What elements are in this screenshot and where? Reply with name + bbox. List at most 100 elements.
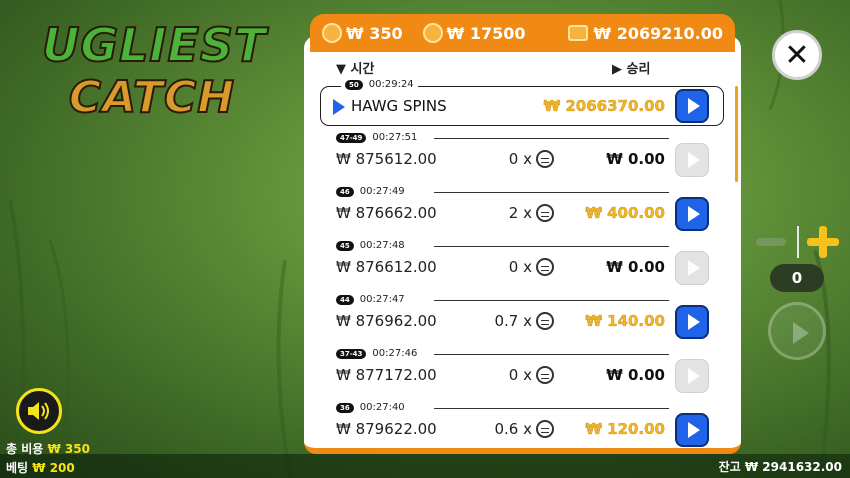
play-icon: [687, 314, 700, 330]
coin-icon: [536, 312, 554, 330]
win-amount: ₩ 120.00: [585, 420, 665, 438]
play-marker-icon: [333, 99, 345, 115]
feature-label: HAWG SPINS: [351, 97, 447, 115]
play-icon: [687, 98, 700, 114]
multiplier: 0 x: [494, 366, 554, 384]
speaker-icon: [28, 402, 49, 420]
row-meta: 37-43 00:27:46: [336, 348, 417, 359]
history-row-highlight[interactable]: 50 00:29:24 HAWG SPINS ₩ 2066370.00: [320, 79, 724, 126]
win-amount: ₩ 140.00: [585, 312, 665, 330]
multiplier: 2 x: [494, 204, 554, 222]
row-divider: [434, 192, 669, 193]
play-icon: [687, 152, 700, 168]
row-divider: [434, 246, 669, 247]
win-amount: ₩ 0.00: [606, 366, 665, 384]
win-amount: ₩ 0.00: [606, 150, 665, 168]
scrollbar[interactable]: [735, 86, 738, 182]
win-amount: ₩ 2066370.00: [543, 97, 665, 115]
round-badge: 50: [345, 79, 363, 90]
row-divider: [434, 354, 669, 355]
coin-icon: [322, 23, 342, 43]
bet-info: 총 비용 ₩ 350 베팅 ₩ 200: [6, 440, 90, 476]
win-amount: ₩ 400.00: [585, 204, 665, 222]
game-logo: UGLIEST CATCH: [41, 14, 267, 124]
coin-icon: [536, 366, 554, 384]
balance-value: ₩ 2941632.00: [744, 460, 842, 474]
round-time: 00:27:49: [359, 186, 405, 197]
wallet-total: ₩ 2069210.00: [567, 24, 723, 43]
sort-time-header[interactable]: ▼ 시간: [336, 58, 374, 77]
history-panel: ▼ 시간 ▶ 승리 50 00:29:24 HAWG SPINS ₩ 20663…: [304, 36, 741, 454]
replay-button[interactable]: [675, 143, 709, 177]
spin-button[interactable]: [768, 302, 826, 360]
row-meta: 36 00:27:40: [336, 402, 405, 413]
history-row: 36 00:27:40 ₩ 879622.00 0.6 x ₩ 120.00: [304, 402, 741, 448]
replay-button[interactable]: [675, 305, 709, 339]
logo-line2: CATCH: [68, 71, 236, 124]
win-amount: ₩ 0.00: [606, 258, 665, 276]
close-icon: ✕: [784, 37, 810, 73]
round-badge: 45: [336, 240, 354, 251]
play-icon: [687, 206, 700, 222]
round-badge: 36: [336, 402, 354, 413]
control-divider: [797, 226, 799, 258]
multiplier: 0 x: [494, 150, 554, 168]
row-meta: 44 00:27:47: [336, 294, 405, 305]
balance-after: ₩ 876662.00: [336, 204, 437, 222]
row-divider: [434, 138, 669, 139]
round-time: 00:27:48: [359, 240, 405, 251]
history-row: 46 00:27:49 ₩ 876662.00 2 x ₩ 400.00: [304, 186, 741, 240]
multiplier: 0.6 x: [494, 420, 554, 438]
round-badge: 47-49: [336, 132, 367, 143]
history-row: 47-49 00:27:51 ₩ 875612.00 0 x ₩ 0.00: [304, 132, 741, 186]
multiplier: 0 x: [494, 258, 554, 276]
coin-icon: [536, 258, 554, 276]
replay-button[interactable]: [675, 89, 709, 123]
coin-icon: [536, 204, 554, 222]
balance-info: 잔고 ₩ 2941632.00: [719, 458, 842, 475]
replay-button[interactable]: [675, 359, 709, 393]
coin-icon: [536, 150, 554, 168]
round-badge: 44: [336, 294, 354, 305]
wallet-icon: [567, 25, 588, 41]
bet-label: 베팅: [6, 461, 29, 475]
row-divider: [434, 300, 669, 301]
sound-button[interactable]: [16, 388, 62, 434]
balance-after: ₩ 876962.00: [336, 312, 437, 330]
round-time: 00:27:51: [372, 132, 418, 143]
round-time: 00:27:40: [359, 402, 405, 413]
autoplay-count: 0: [770, 264, 824, 292]
round-time: 00:27:47: [359, 294, 405, 305]
history-row: 44 00:27:47 ₩ 876962.00 0.7 x ₩ 140.00: [304, 294, 741, 348]
coin-icon: [536, 420, 554, 438]
bet-value: ₩ 200: [32, 461, 75, 475]
balance-bar: ₩ 350 ₩ 17500 ₩ 2069210.00: [310, 14, 735, 52]
balance-after: ₩ 877172.00: [336, 366, 437, 384]
round-time: 00:29:24: [368, 79, 414, 90]
coin-bet-large: ₩ 17500: [422, 23, 526, 43]
round-badge: 46: [336, 186, 354, 197]
total-cost-value: ₩ 350: [47, 442, 90, 456]
history-header: ▼ 시간 ▶ 승리: [304, 54, 741, 77]
replay-button[interactable]: [675, 197, 709, 231]
balance-after: ₩ 875612.00: [336, 150, 437, 168]
balance-after: ₩ 879622.00: [336, 420, 437, 438]
coin-bet-small: ₩ 350: [322, 23, 403, 43]
row-divider: [434, 408, 669, 409]
row-meta: 45 00:27:48: [336, 240, 405, 251]
history-row: 45 00:27:48 ₩ 876612.00 0 x ₩ 0.00: [304, 240, 741, 294]
increase-button[interactable]: [807, 226, 839, 258]
row-meta: 46 00:27:49: [336, 186, 405, 197]
logo-line1: UGLIEST: [41, 17, 267, 73]
balance-after: ₩ 876612.00: [336, 258, 437, 276]
sort-win-header[interactable]: ▶ 승리: [612, 58, 650, 77]
row-meta: 50 00:29:24: [341, 79, 418, 90]
replay-button[interactable]: [675, 251, 709, 285]
play-icon: [687, 422, 700, 438]
multiplier: 0.7 x: [494, 312, 554, 330]
decrease-button[interactable]: [756, 238, 786, 246]
play-icon: [687, 260, 700, 276]
close-button[interactable]: ✕: [772, 30, 822, 80]
replay-button[interactable]: [675, 413, 709, 447]
coin-icon: [422, 23, 443, 43]
